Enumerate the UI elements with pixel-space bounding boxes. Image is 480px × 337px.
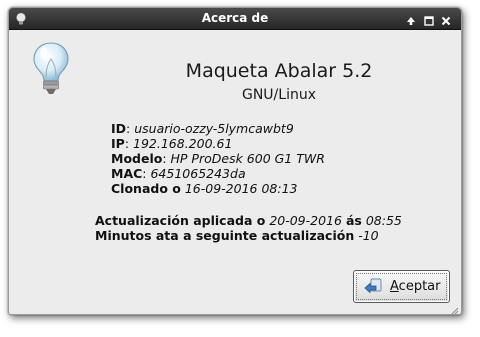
info-separator: : <box>124 136 133 151</box>
next-update-row: Minutos ata a seguinte actualización -10 <box>95 228 402 243</box>
shade-up-icon[interactable] <box>405 12 417 25</box>
info-label: ID <box>111 121 127 136</box>
update-applied-date: 20-09-2016 <box>269 213 342 228</box>
info-row-ip: IP: 192.168.200.61 <box>111 136 325 151</box>
accept-arrow-icon <box>364 278 382 295</box>
close-icon[interactable] <box>440 12 452 26</box>
info-label: MAC <box>111 166 143 181</box>
update-at-label: ás <box>345 213 362 228</box>
os-name: GNU/Linux <box>241 87 316 103</box>
titlebar[interactable]: Acerca de <box>9 8 461 30</box>
info-value: HP ProDesk 600 G1 TWR <box>170 151 325 166</box>
about-dialog: Acerca de Maqueta Abalar 5.2 GNU/Linux I… <box>8 7 462 315</box>
info-value: 16-09-2016 08:13 <box>184 181 298 196</box>
resize-grip-icon[interactable] <box>449 302 459 314</box>
update-applied-row: Actualización aplicada o 20-09-2016 ás 0… <box>95 213 402 228</box>
update-applied-time: 08:55 <box>365 213 402 228</box>
info-value: 192.168.200.61 <box>133 136 233 151</box>
next-update-label: Minutos ata a seguinte actualización <box>95 228 355 243</box>
app-name: Maqueta Abalar 5.2 <box>185 60 373 82</box>
info-label: Clonado o <box>111 181 181 196</box>
info-label: IP <box>111 136 125 151</box>
update-info: Actualización aplicada o 20-09-2016 ás 0… <box>95 213 402 243</box>
info-row-cloned: Clonado o 16-09-2016 08:13 <box>111 181 325 196</box>
accept-mnemonic: A <box>390 279 399 294</box>
accept-button-label: Aceptar <box>390 279 440 294</box>
next-update-minutes: -10 <box>358 228 379 243</box>
accept-label-rest: ceptar <box>398 279 441 294</box>
maximize-icon[interactable] <box>423 12 435 26</box>
info-value: 6451065243da <box>150 166 246 181</box>
info-label: Modelo <box>111 151 163 166</box>
window-title: Acerca de <box>201 11 269 25</box>
info-separator: : <box>126 121 135 136</box>
info-separator: : <box>162 151 171 166</box>
info-value: usuario-ozzy-5lymcawbt9 <box>134 121 294 136</box>
info-row-id: ID: usuario-ozzy-5lymcawbt9 <box>111 121 325 136</box>
info-row-model: Modelo: HP ProDesk 600 G1 TWR <box>111 151 325 166</box>
info-row-mac: MAC: 6451065243da <box>111 166 325 181</box>
lightbulb-icon <box>31 41 71 96</box>
update-applied-label: Actualización aplicada o <box>95 213 266 228</box>
system-info: ID: usuario-ozzy-5lymcawbt9 IP: 192.168.… <box>111 121 325 196</box>
accept-button[interactable]: Aceptar <box>353 270 450 303</box>
